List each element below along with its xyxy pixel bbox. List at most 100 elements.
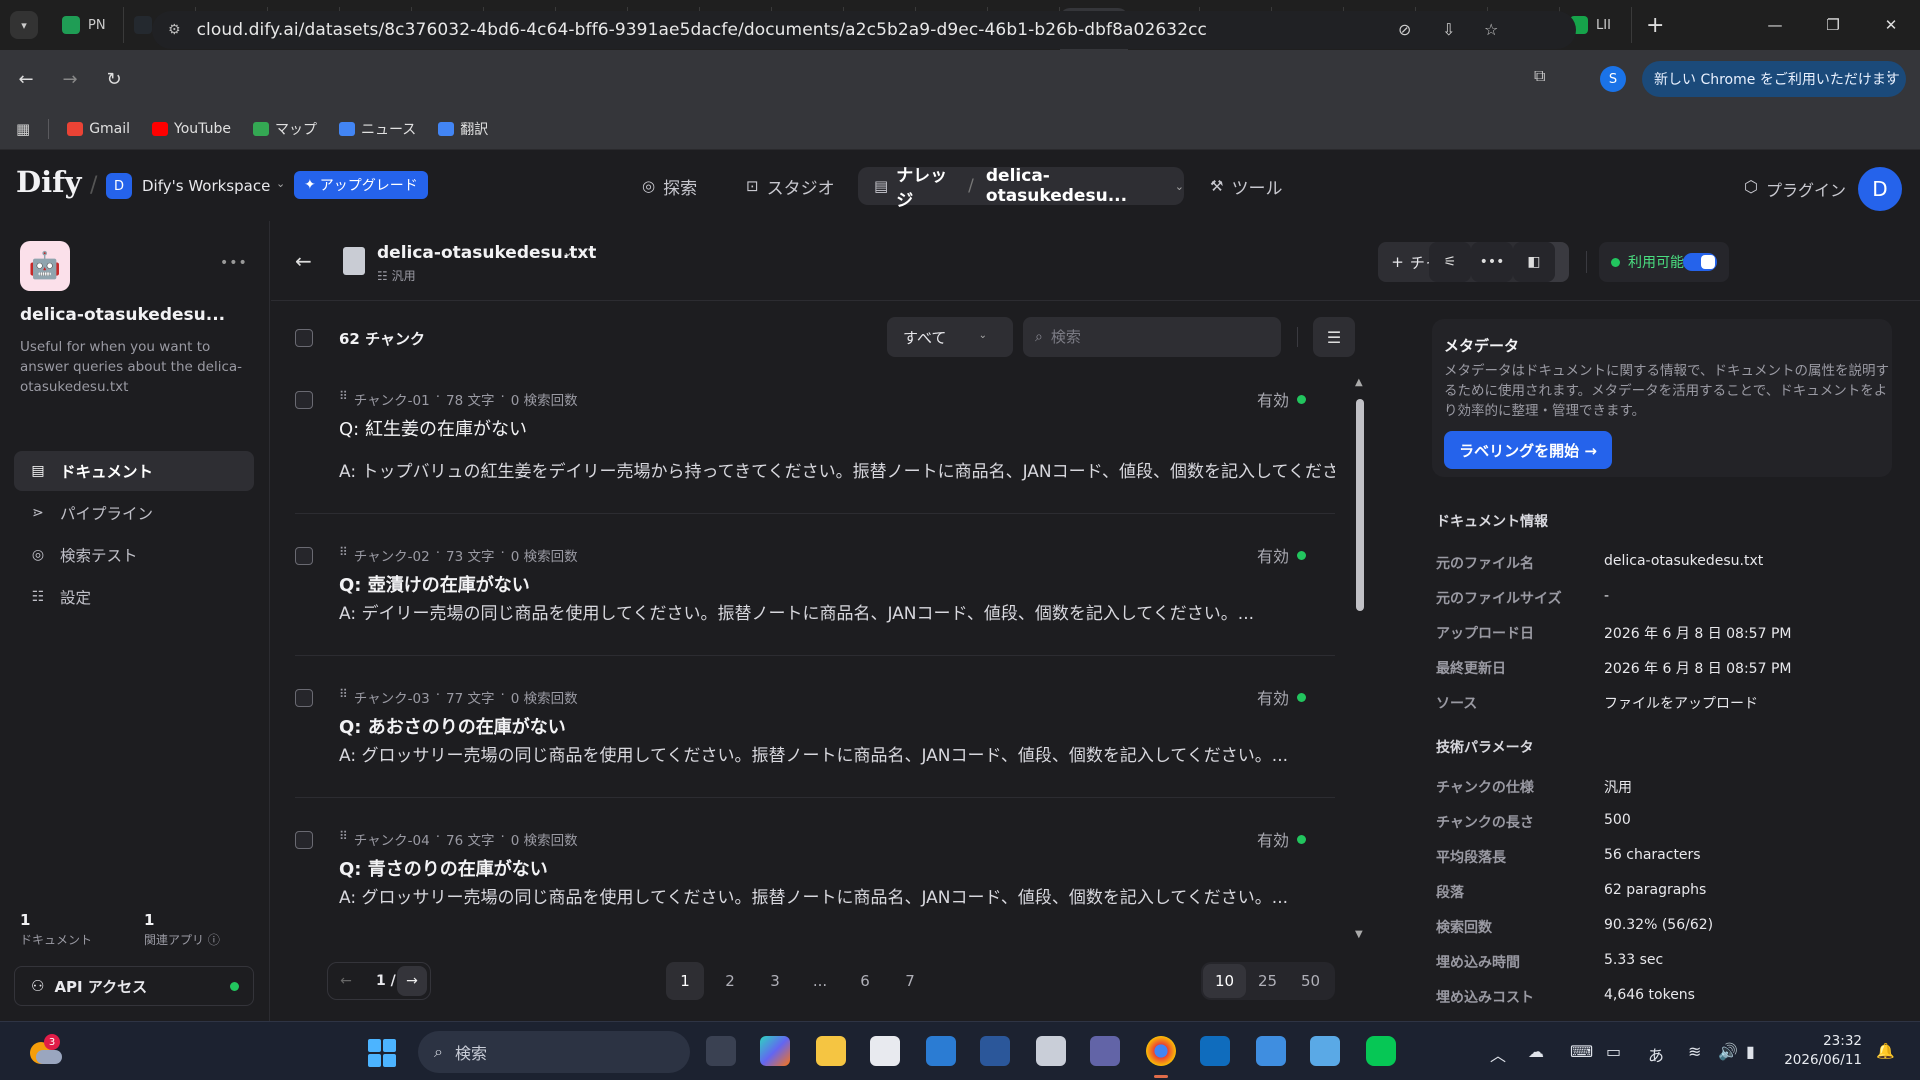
workspace-name[interactable]: Dify's Workspace [142, 177, 270, 195]
start-labeling-button[interactable]: ラベリングを開始 → [1444, 431, 1612, 469]
extensions-icon[interactable]: ⧉ [1534, 66, 1545, 86]
bookmark-item[interactable]: YouTube [152, 119, 231, 139]
bookmark-item[interactable]: ニュース [338, 119, 416, 139]
tray-overflow-icon[interactable]: ︿ [1490, 1042, 1506, 1066]
word-icon[interactable] [980, 1036, 1010, 1066]
battery-icon[interactable]: ▮ [1746, 1042, 1755, 1061]
page-size-option[interactable]: 50 [1289, 964, 1332, 998]
printer-icon[interactable] [1036, 1036, 1066, 1066]
bookmark-star-icon[interactable]: ☆ [1484, 20, 1498, 39]
close-window-icon[interactable]: ✕ [1862, 0, 1920, 50]
notification-bell-icon[interactable]: 🔔 [1876, 1042, 1895, 1060]
chrome-update-button[interactable]: 新しい Chrome をご利用いただけます ⋮ [1642, 61, 1906, 97]
prev-page-icon[interactable]: ← [331, 966, 361, 996]
forward-icon[interactable]: → [52, 61, 88, 97]
onedrive-icon[interactable]: ☁ [1528, 1042, 1544, 1061]
outlook-icon[interactable] [1200, 1036, 1230, 1066]
back-arrow-icon[interactable]: ← [295, 249, 312, 273]
chunk-checkbox[interactable] [295, 547, 313, 565]
copilot-icon[interactable] [760, 1036, 790, 1066]
photos-icon[interactable] [1256, 1036, 1286, 1066]
chunk-item[interactable]: ⠿ チャンク-01 · 78 文字 · 0 検索回数 有効 Q: 紅生姜の在庫がない A: トッ… [271, 373, 1335, 515]
site-info-icon[interactable]: ⚙ [168, 22, 181, 38]
line-icon[interactable] [1366, 1036, 1396, 1066]
restore-icon[interactable]: ❐ [1804, 0, 1862, 50]
chunk-checkbox[interactable] [295, 689, 313, 707]
address-bar[interactable]: ⚙ cloud.dify.ai/datasets/8c376032-4bd6-4… [152, 11, 1576, 49]
cast-off-icon[interactable]: ⊘ [1398, 20, 1411, 39]
chunk-list-scrollbar[interactable]: ▲ ▼ [1352, 373, 1368, 943]
sidebar-item-pipeline[interactable]: ⋗ パイプライン [14, 493, 254, 533]
scroll-thumb[interactable] [1356, 399, 1364, 611]
dify-logo[interactable]: Dify [16, 165, 82, 199]
page-number[interactable]: 3 [756, 962, 794, 1000]
nav-knowledge-current[interactable]: delica-otasukedesu... [986, 166, 1167, 206]
tablet-icon[interactable]: ▭ [1606, 1042, 1621, 1061]
keyboard-icon[interactable]: ⌨ [1570, 1042, 1593, 1061]
nav-explore[interactable]: ◎ 探索 [642, 167, 697, 205]
mail-icon[interactable] [926, 1036, 956, 1066]
url-text[interactable]: cloud.dify.ai/datasets/8c376032-4bd6-4c6… [197, 20, 1207, 40]
minimize-icon[interactable]: — [1746, 0, 1804, 50]
plugin-button[interactable]: ⬡ プラグイン [1744, 177, 1846, 201]
reload-icon[interactable]: ↻ [96, 61, 132, 97]
wifi-icon[interactable]: ≋ [1688, 1042, 1701, 1061]
upgrade-button[interactable]: ✦ アップグレード [294, 171, 428, 199]
teams-icon[interactable] [1090, 1036, 1120, 1066]
ime-indicator[interactable]: あ [1648, 1042, 1664, 1066]
chunk-item[interactable]: ⠿ チャンク-02 · 73 文字 · 0 検索回数 有効 Q: 壺漬けの在庫がない A: デイ… [271, 529, 1335, 671]
start-button[interactable] [368, 1039, 396, 1067]
select-all-checkbox[interactable] [295, 329, 313, 347]
install-app-icon[interactable]: ⇩ [1442, 20, 1455, 39]
availability-toggle[interactable] [1683, 253, 1717, 271]
new-tab-button[interactable]: + [1646, 13, 1664, 38]
chunk-search[interactable]: ⌕ [1023, 317, 1281, 357]
user-avatar[interactable]: D [1858, 167, 1902, 211]
sidebar-item-documents[interactable]: ▤ ドキュメント [14, 451, 254, 491]
chunk-item[interactable]: ⠿ チャンク-03 · 77 文字 · 0 検索回数 有効 Q: あおさのりの在庫がない A: … [271, 671, 1335, 813]
list-view-icon[interactable]: ☰ [1313, 317, 1355, 357]
bookmark-item[interactable]: 翻訳 [438, 119, 488, 139]
page-number[interactable]: 6 [846, 962, 884, 1000]
chrome-profile-avatar[interactable]: S [1600, 66, 1626, 92]
nav-studio[interactable]: ⊡ スタジオ [746, 167, 835, 205]
ms-store-icon[interactable] [870, 1036, 900, 1066]
bookmark-item[interactable]: Gmail [67, 119, 130, 139]
chevron-down-icon[interactable]: ⌄ [276, 177, 285, 190]
more-options-icon[interactable]: ••• [220, 255, 248, 271]
nav-knowledge[interactable]: ▤ ナレッジ / delica-otasukedesu... ⌄ [858, 166, 1184, 211]
system-clock[interactable]: 23:32 2026/06/11 [1782, 1032, 1862, 1070]
weather-widget[interactable]: 3 [28, 1034, 62, 1066]
chevron-down-icon[interactable]: ⌄ [563, 245, 573, 259]
page-size-option[interactable]: 25 [1246, 964, 1289, 998]
notepad-icon[interactable] [1310, 1036, 1340, 1066]
back-icon[interactable]: ← [8, 61, 44, 97]
file-explorer-icon[interactable] [816, 1036, 846, 1066]
panel-toggle-icon[interactable]: ◧ [1513, 242, 1555, 282]
scroll-up-icon[interactable]: ▲ [1355, 377, 1363, 388]
related-apps-stat[interactable]: 1 関連アプリ ⓘ [144, 911, 220, 948]
sidebar-item-settings[interactable]: ☷ 設定 [14, 577, 254, 617]
page-number[interactable]: 7 [891, 962, 929, 1000]
page-size-option[interactable]: 10 [1203, 964, 1246, 998]
status-filter-select[interactable]: すべて ⌄ [887, 317, 1013, 357]
volume-icon[interactable]: 🔊 [1718, 1042, 1738, 1061]
chunk-search-input[interactable] [1050, 328, 1251, 346]
api-access-button[interactable]: ⚇ API アクセス [14, 966, 254, 1006]
next-page-icon[interactable]: → [397, 966, 427, 996]
tab-search-dropdown-icon[interactable]: ▾ [10, 11, 38, 39]
more-icon[interactable]: ••• [1471, 242, 1513, 282]
chunk-item[interactable]: ⠿ チャンク-04 · 76 文字 · 0 検索回数 有効 Q: 青さのりの在庫がない A: グ… [271, 813, 1335, 943]
chunk-checkbox[interactable] [295, 831, 313, 849]
chunk-checkbox[interactable] [295, 391, 313, 409]
task-view-icon[interactable] [706, 1036, 736, 1066]
taskbar-search[interactable]: ⌕ 検索 [418, 1031, 690, 1073]
chrome-menu-icon[interactable]: ⋮ [1882, 69, 1896, 85]
scroll-down-icon[interactable]: ▼ [1355, 929, 1363, 940]
bookmark-item[interactable]: マップ [252, 119, 317, 139]
chrome-icon[interactable] [1146, 1036, 1176, 1066]
apps-grid-icon[interactable]: ▦ [16, 120, 30, 138]
chevron-down-icon[interactable]: ⌄ [1175, 180, 1184, 193]
nav-tools[interactable]: ⚒ ツール [1210, 167, 1282, 205]
page-number[interactable]: 1 [666, 962, 704, 1000]
